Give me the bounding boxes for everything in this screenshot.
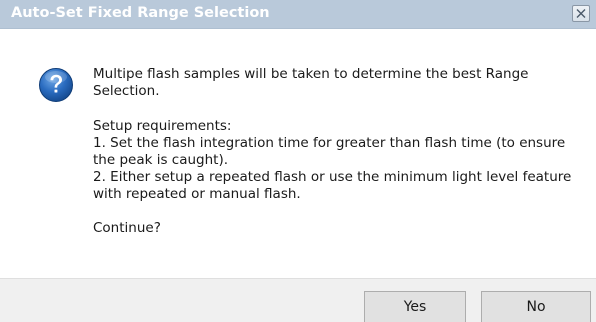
yes-button[interactable]: Yes — [364, 291, 466, 322]
window-title: Auto-Set Fixed Range Selection — [11, 5, 270, 21]
requirement-2-line-2: with repeated or manual flash. — [93, 186, 301, 202]
requirement-2-line-1: 2. Either setup a repeated flash or use … — [93, 169, 572, 185]
intro-line-2: Selection. — [93, 83, 160, 99]
dialog-content: Multipe flash samples will be taken to d… — [0, 29, 596, 278]
button-bar: Yes No — [0, 278, 596, 322]
title-bar[interactable]: Auto-Set Fixed Range Selection — [0, 0, 596, 29]
message-text: Multipe flash samples will be taken to d… — [93, 66, 573, 237]
question-icon — [39, 68, 73, 102]
no-button[interactable]: No — [481, 291, 591, 322]
requirement-1-line-2: the peak is caught). — [93, 152, 229, 168]
intro-line-1: Multipe flash samples will be taken to d… — [93, 66, 529, 82]
requirement-1-line-1: 1. Set the flash integration time for gr… — [93, 135, 566, 151]
close-button[interactable] — [572, 5, 590, 22]
continue-question: Continue? — [93, 220, 161, 236]
requirements-heading: Setup requirements: — [93, 118, 232, 134]
dialog-window: Auto-Set Fixed Range Selection Multipe f… — [0, 0, 596, 322]
close-icon — [576, 9, 586, 18]
